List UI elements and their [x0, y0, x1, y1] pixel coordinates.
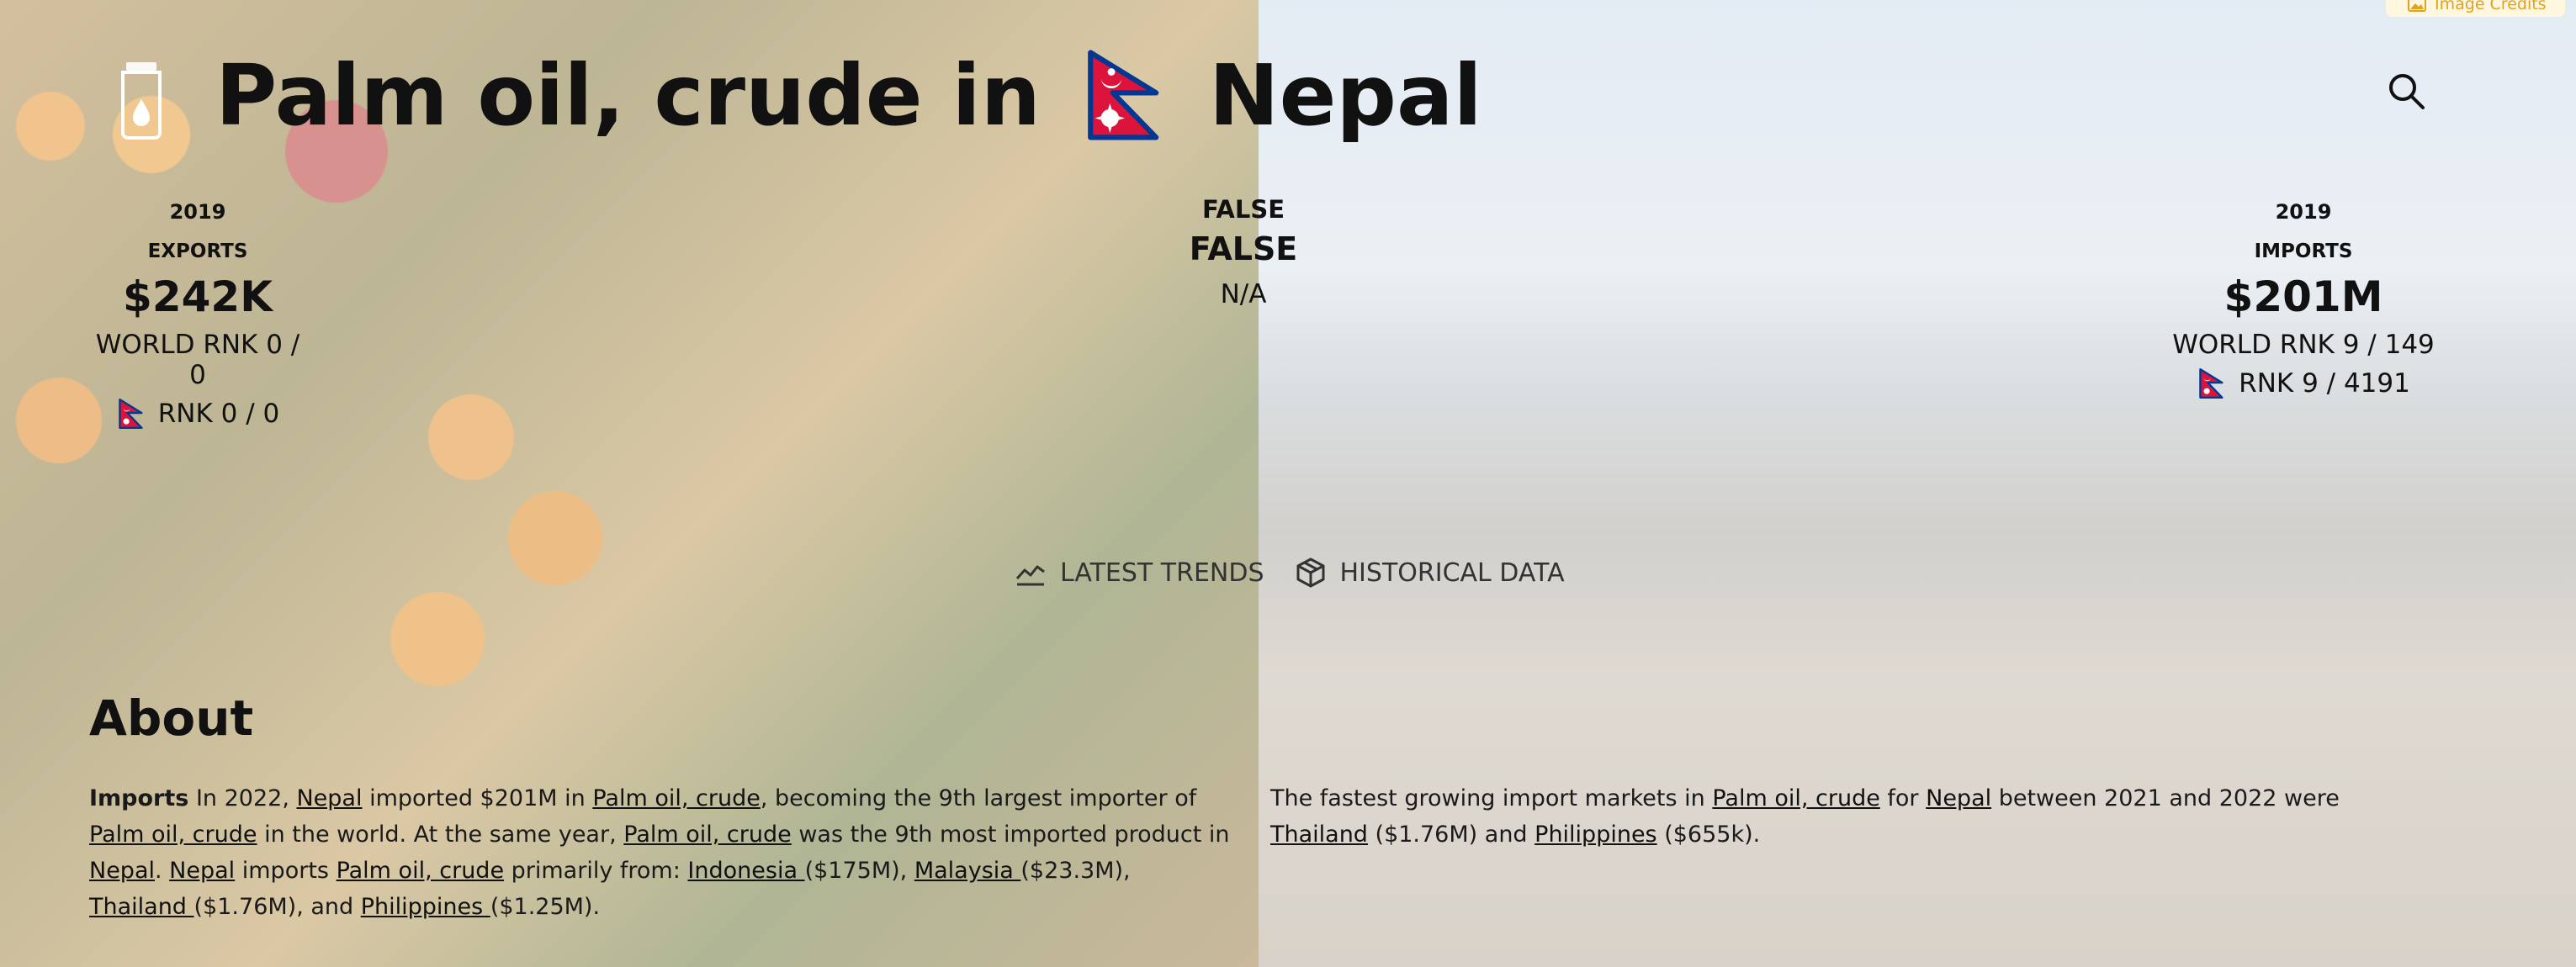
- about-text: imported $201M in: [362, 785, 593, 811]
- trend-line-icon: [1015, 565, 1045, 586]
- exports-label: EXPORTS: [147, 240, 248, 262]
- exports-country-rank: RNK 0 / 0: [84, 399, 311, 429]
- imports-world-rank: WORLD RNK 9 / 149: [2172, 330, 2435, 360]
- about-heading: About: [89, 690, 254, 747]
- about-text: , becoming the 9th largest importer of: [760, 785, 1197, 811]
- nepal-flag-icon: [2199, 368, 2224, 399]
- exports-world-rank: WORLD RNK 0 / 0: [95, 330, 300, 390]
- imports-country-rank-text: RNK 9 / 4191: [2239, 368, 2410, 399]
- page-title: Palm oil, crude in Nepal: [215, 40, 1482, 150]
- about-growth-paragraph: The fastest growing import markets in Pa…: [1270, 780, 2431, 853]
- middle-stat: FALSE FALSE N/A: [1159, 195, 1328, 309]
- tab-historical-data[interactable]: HISTORICAL DATA: [1295, 557, 1565, 589]
- imports-stat: 2019 IMPORTS $201M WORLD RNK 9 / 149 RNK…: [2160, 200, 2446, 399]
- tab-latest-trends-label: LATEST TRENDS: [1060, 557, 1264, 588]
- exports-stat: 2019 EXPORTS $242K WORLD RNK 0 / 0 RNK 0…: [84, 200, 311, 429]
- link-product[interactable]: Palm oil, crude: [337, 858, 505, 884]
- search-icon[interactable]: [2386, 71, 2428, 113]
- image-credits-button[interactable]: Image Credits: [2386, 0, 2565, 17]
- link-thailand[interactable]: Thailand: [89, 894, 194, 920]
- image-credits-label: Image Credits: [2435, 0, 2547, 13]
- imports-value: $201M: [2224, 272, 2383, 321]
- exports-year: 2019: [169, 200, 226, 224]
- link-nepal[interactable]: Nepal: [169, 858, 235, 884]
- about-text: primarily from:: [504, 858, 688, 884]
- about-text: imports: [235, 858, 337, 884]
- imports-country-rank: RNK 9 / 4191: [2160, 368, 2446, 399]
- link-indonesia[interactable]: Indonesia: [687, 858, 804, 884]
- about-text: ($655k).: [1656, 822, 1761, 848]
- image-icon: [2408, 0, 2426, 12]
- cube-icon: [1296, 557, 1324, 588]
- about-text: for: [1879, 785, 1927, 811]
- page: Image Credits Palm oil, crude in Nepal 2…: [0, 0, 2576, 967]
- link-nepal[interactable]: Nepal: [89, 858, 155, 884]
- link-nepal[interactable]: Nepal: [1926, 785, 1991, 811]
- imports-label: IMPORTS: [2254, 240, 2353, 262]
- link-product[interactable]: Palm oil, crude: [1712, 785, 1880, 811]
- section-tabs: LATEST TRENDS HISTORICAL DATA: [1015, 557, 1565, 589]
- nepal-flag-icon: [118, 399, 143, 429]
- middle-line-2: FALSE: [1189, 230, 1298, 267]
- product-oil-icon: [121, 62, 162, 140]
- link-philippines[interactable]: Philippines: [1534, 822, 1656, 848]
- tab-historical-data-label: HISTORICAL DATA: [1339, 557, 1565, 588]
- middle-line-1: FALSE: [1201, 195, 1285, 224]
- link-product[interactable]: Palm oil, crude: [89, 822, 257, 848]
- link-philippines[interactable]: Philippines: [361, 894, 490, 920]
- link-malaysia[interactable]: Malaysia: [914, 858, 1021, 884]
- about-text: between 2021 and 2022 were: [1991, 785, 2340, 811]
- exports-value: $242K: [123, 272, 273, 321]
- about-imports-paragraph: Imports In 2022, Nepal imported $201M in…: [89, 780, 1233, 925]
- link-product[interactable]: Palm oil, crude: [623, 822, 792, 848]
- about-text: ($1.76M) and: [1367, 822, 1535, 848]
- about-text: in the world. At the same year,: [257, 822, 624, 848]
- nepal-flag-icon: [1088, 50, 1159, 140]
- link-product[interactable]: Palm oil, crude: [592, 785, 761, 811]
- about-lead: Imports: [89, 785, 189, 811]
- title-product: Palm oil, crude in: [215, 45, 1041, 145]
- link-nepal[interactable]: Nepal: [296, 785, 362, 811]
- about-text: was the 9th most imported product in: [791, 822, 1230, 848]
- about-text: ($23.3M),: [1020, 858, 1131, 884]
- about-text: The fastest growing import markets in: [1270, 785, 1713, 811]
- about-text: ($1.76M), and: [193, 894, 361, 920]
- exports-country-rank-text: RNK 0 / 0: [157, 399, 280, 429]
- about-text: In 2022,: [188, 785, 297, 811]
- tab-latest-trends[interactable]: LATEST TRENDS: [1015, 557, 1264, 589]
- about-text: .: [155, 858, 170, 884]
- title-country: Nepal: [1208, 45, 1482, 145]
- about-text: ($1.25M).: [490, 894, 601, 920]
- link-thailand[interactable]: Thailand: [1270, 822, 1368, 848]
- about-text: ($175M),: [804, 858, 914, 884]
- imports-year: 2019: [2275, 200, 2332, 224]
- middle-line-3: N/A: [1220, 279, 1267, 309]
